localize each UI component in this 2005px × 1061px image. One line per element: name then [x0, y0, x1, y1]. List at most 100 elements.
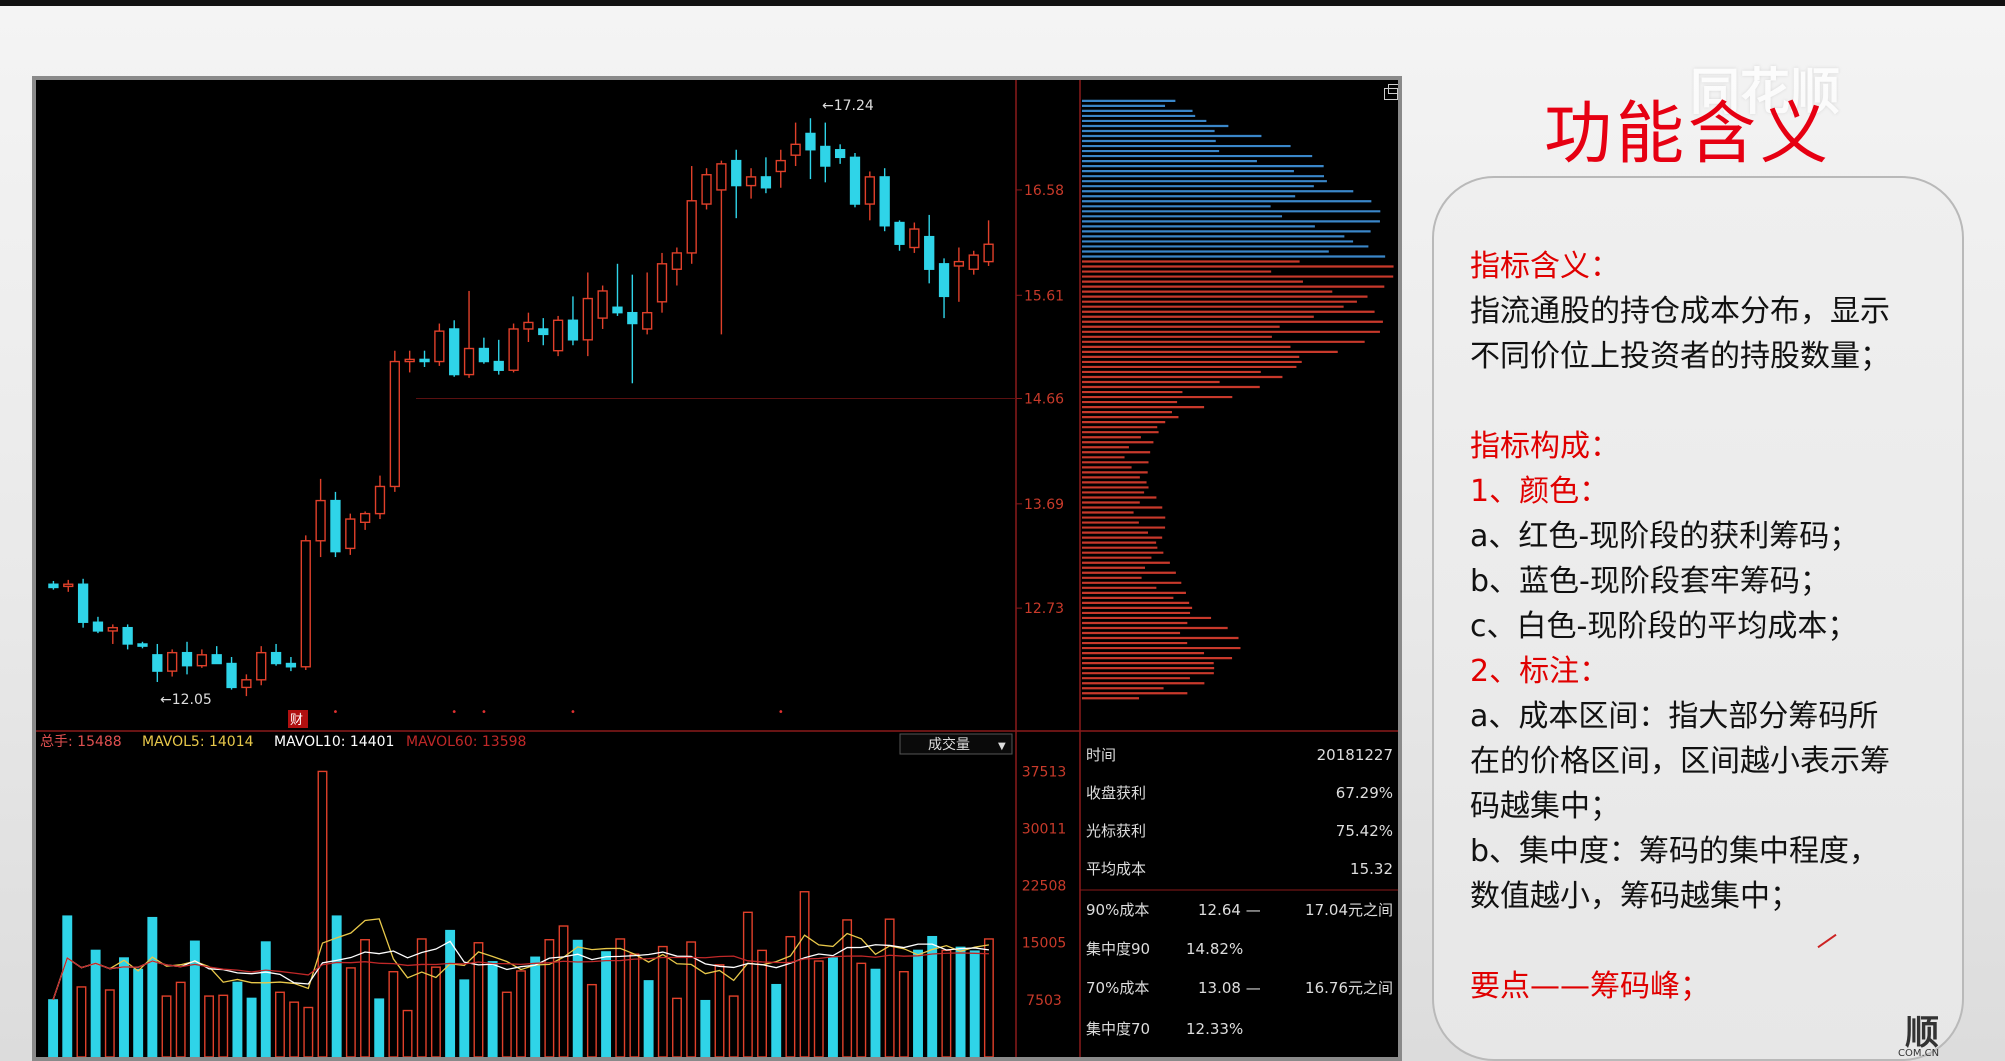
volume-bar [530, 956, 541, 1057]
candle-body [612, 306, 623, 314]
info-conc70-value: 12.33% [1186, 1020, 1243, 1038]
price-tick-label: 12.73 [1024, 601, 1064, 617]
explanation-text: 指标含义： 指流通股的持仓成本分布，显示 不同价位上投资者的持股数量； 指标构成… [1470, 244, 1950, 1009]
item-annotation-b-1: b、集中度：筹码的集中程度， [1470, 834, 1880, 869]
section-title-meaning: 指标含义： [1470, 249, 1620, 284]
volume-bar [686, 941, 697, 1057]
meaning-line-1: 指流通股的持仓成本分布，显示 [1470, 294, 1890, 329]
window-restore-icon[interactable] [1384, 84, 1398, 100]
vol-total-label: 总手: 15488 [40, 734, 122, 750]
volume-bar [799, 891, 810, 1057]
info-time-label: 时间 [1086, 746, 1116, 764]
volume-bar [487, 961, 498, 1057]
candle-body [77, 583, 89, 623]
candle-body [731, 159, 742, 187]
candle-body [701, 174, 712, 205]
corner-url: COM.CN [1898, 1048, 1940, 1059]
volume-bar [133, 968, 144, 1057]
volume-bar [147, 916, 158, 1057]
mavol5-label: MAVOL5: 14014 [142, 734, 254, 750]
volume-tick-label: 30011 [1022, 821, 1067, 837]
volume-bar [473, 942, 484, 1057]
candle-body [48, 583, 59, 589]
video-top-bar [0, 0, 2005, 6]
candle-body [374, 485, 386, 515]
meaning-line-2: 不同价位上投资者的持股数量； [1470, 339, 1890, 374]
candle-body [449, 328, 460, 376]
candle-body [493, 360, 504, 371]
candle-body [226, 662, 237, 689]
volume-bar [700, 999, 711, 1057]
volume-bar [345, 967, 356, 1057]
info-conc90-label: 集中度90 [1086, 940, 1150, 958]
candle-body [582, 297, 593, 341]
info-cursor-profit-label: 光标获利 [1086, 822, 1146, 840]
volume-tick-label: 15005 [1022, 936, 1067, 952]
candle-body [627, 311, 638, 325]
volume-bar [402, 1009, 413, 1057]
candle-body [775, 159, 786, 173]
volume-bar [104, 989, 115, 1057]
candle-body [953, 260, 965, 267]
terminal-chart-canvas[interactable]: 16.58 15.61 14.66 13.69 12.73 37513 30011 2250… [36, 80, 1398, 1057]
slide-title: 功能含义 [1543, 95, 1832, 174]
candle-body [656, 263, 668, 303]
volume-bar [657, 945, 668, 1057]
item-annotation-a-2: 在的价格区间，区间越小表示筹 [1470, 744, 1890, 779]
volume-bar [445, 929, 456, 1057]
candle-body [300, 540, 311, 668]
mavol10-label: MAVOL10: 14401 [274, 734, 394, 750]
event-dot-marker: • [481, 707, 487, 718]
candle-body [419, 358, 430, 363]
volume-bar [501, 991, 512, 1057]
candle-body [256, 651, 267, 681]
price-tick-label: 16.58 [1024, 183, 1064, 199]
info-cursor-profit-value: 75.42% [1336, 822, 1393, 840]
volume-bar [913, 949, 923, 1057]
candle-body [434, 330, 445, 363]
candle-body [805, 132, 816, 151]
event-dot-marker: • [451, 707, 457, 718]
info-close-profit-value: 67.29% [1336, 784, 1393, 802]
item-color-title: 1、颜色： [1470, 474, 1610, 509]
volume-bar [175, 981, 186, 1057]
event-dot-marker: • [570, 707, 576, 718]
info-cost70-low: 13.08 — [1198, 979, 1261, 997]
price-tick-label: 15.61 [1024, 288, 1064, 304]
volume-bar [416, 938, 427, 1057]
candle-body [359, 512, 371, 524]
candle-body [760, 176, 772, 189]
volume-bar [601, 951, 612, 1057]
volume-tick-label: 7503 [1026, 993, 1062, 1009]
key-point: 要点——筹码峰； [1470, 969, 1710, 1004]
section-title-composition: 指标构成： [1470, 429, 1620, 464]
info-avg-cost-value: 15.32 [1350, 860, 1393, 878]
volume-bar [586, 983, 597, 1057]
candle-body [938, 263, 950, 298]
candle-body [968, 254, 979, 270]
item-color-a: a、红色-现阶段的获利筹码； [1470, 519, 1860, 554]
volume-bar [516, 970, 526, 1057]
candle-body [167, 651, 178, 672]
candle-body [389, 360, 400, 488]
price-tick-label: 13.69 [1024, 497, 1064, 513]
volume-bar [771, 983, 782, 1057]
volume-bar [119, 957, 129, 1057]
volume-bar [76, 986, 87, 1057]
candle-body [820, 145, 831, 167]
mavol60-label: MAVOL60: 13598 [406, 734, 526, 750]
info-cost90-high: 17.04元之间 [1305, 901, 1393, 919]
candle-body [270, 651, 282, 665]
info-cost90-low: 12.64 — [1198, 901, 1261, 919]
chevron-down-icon[interactable]: ▼ [998, 741, 1006, 752]
candle-body [285, 662, 297, 668]
candle-body [597, 290, 608, 319]
volume-bar [572, 939, 583, 1057]
volume-bar [275, 991, 285, 1057]
volume-bar [260, 941, 271, 1057]
candle-body [567, 319, 579, 341]
volume-bar [813, 960, 824, 1057]
candle-body [92, 621, 104, 632]
volume-bar [672, 997, 682, 1057]
candle-body [478, 347, 490, 363]
